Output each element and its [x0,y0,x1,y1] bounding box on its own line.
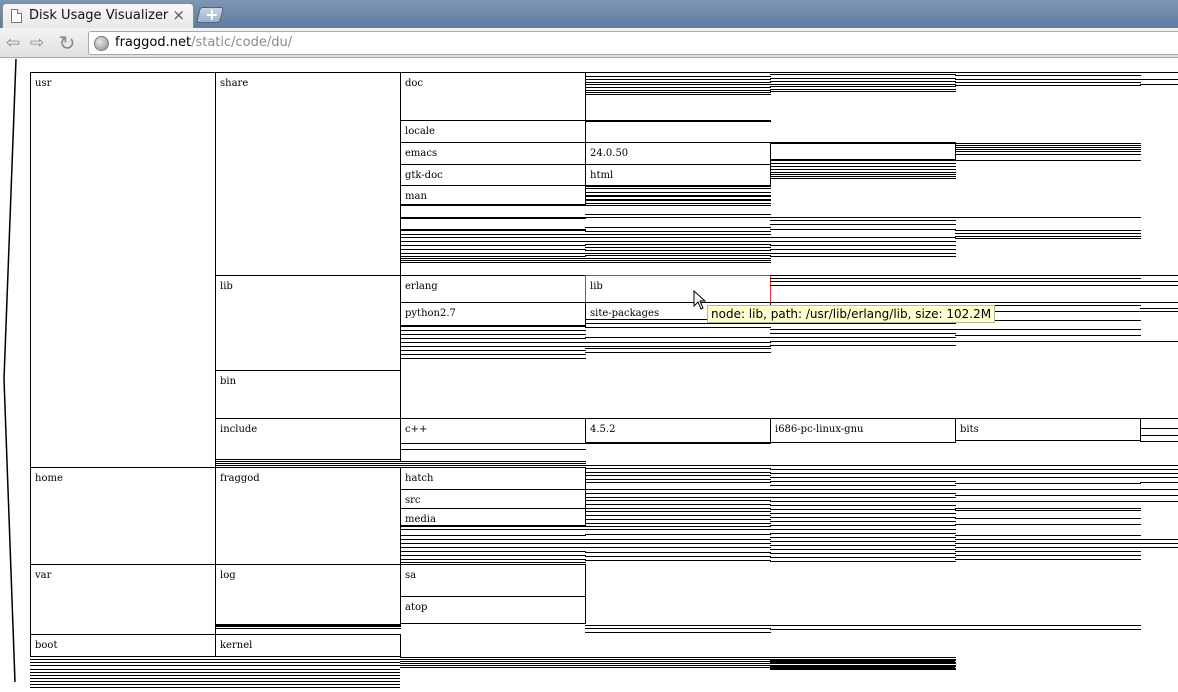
small-node [955,539,1141,540]
small-node [30,672,400,673]
small-node [955,469,1141,470]
browser-toolbar: ⇦ ⇨ ↻ fraggod.net/static/code/du/ [0,28,1178,58]
small-node [955,629,1141,630]
url-host: fraggod.net [115,35,192,50]
url-text: fraggod.net/static/code/du/ [115,35,292,50]
small-node [30,662,400,663]
small-node [955,543,1141,544]
small-node [955,559,1141,560]
back-button[interactable]: ⇦ [2,33,24,53]
small-node [1140,465,1178,466]
small-node [770,669,956,670]
small-node [955,508,1141,509]
globe-icon [94,36,109,51]
small-node [955,518,1141,519]
small-node [955,465,1141,466]
small-node [955,489,1141,490]
small-node [955,551,1141,552]
small-node [1140,495,1178,496]
url-path: /static/code/du/ [191,35,293,50]
reload-button[interactable]: ↻ [56,33,78,53]
small-node [955,625,1141,626]
root-node-curve [3,59,17,683]
small-node [955,524,1141,525]
small-node [955,477,1141,478]
level7-stack-b [1140,59,1178,692]
small-node [955,501,1141,502]
small-node [30,681,400,682]
new-tab-button[interactable]: + [196,5,224,24]
level6-stack-b [955,59,1141,692]
small-node [30,669,400,670]
small-node [955,510,1141,511]
kernel-dense [770,59,956,692]
small-node [1140,477,1178,478]
small-node [30,687,400,688]
small-node [955,483,1141,484]
small-node [1140,469,1178,470]
small-node [1140,501,1178,502]
small-node [30,675,400,676]
mouse-cursor-icon [693,290,707,310]
tab-disk-usage-visualizer[interactable]: Disk Usage Visualizer × [2,3,194,28]
small-node [1140,547,1178,548]
node-tooltip: node: lib, path: /usr/lib/erlang/lib, si… [707,305,996,323]
small-node [1140,539,1178,540]
small-node [30,659,400,660]
small-node [30,656,400,657]
small-node [1140,489,1178,490]
small-node [30,684,400,685]
small-node [955,495,1141,496]
small-node [1140,482,1178,483]
small-node [955,535,1141,536]
page-content: usr home var boot share lib bin include … [0,59,1178,692]
tab-title: Disk Usage Visualizer [29,8,169,23]
plus-icon: + [205,5,219,24]
small-node [955,547,1141,548]
small-node [30,665,400,666]
small-node [30,678,400,679]
small-node [955,473,1141,474]
small-node [1140,543,1178,544]
tab-strip: Disk Usage Visualizer × + [0,0,1178,28]
small-node [955,555,1141,556]
boot-children [30,59,400,692]
address-bar[interactable]: fraggod.net/static/code/du/ [88,31,1178,55]
close-tab-icon[interactable]: × [172,6,185,24]
page-icon [11,9,22,23]
small-node [1140,473,1178,474]
forward-button[interactable]: ⇨ [26,33,48,53]
